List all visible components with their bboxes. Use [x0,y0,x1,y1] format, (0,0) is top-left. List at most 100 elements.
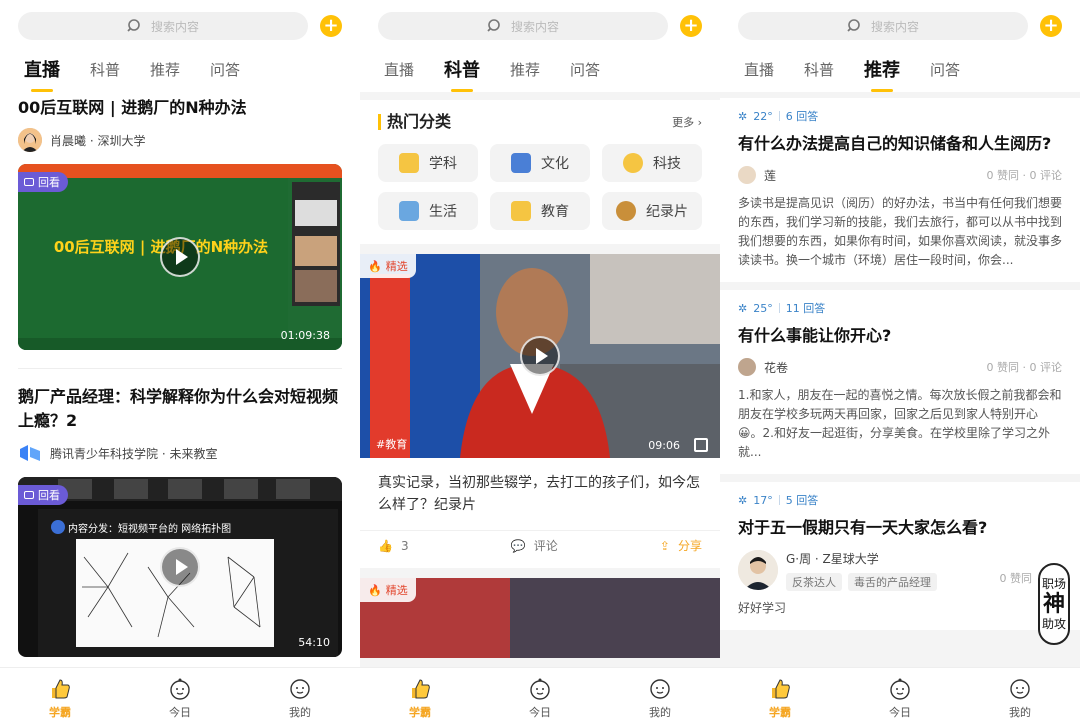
question-meta: ✲ 17° 5 回答 [738,492,1062,508]
career-assist-seal[interactable]: 职场 神 助攻 [1038,563,1070,645]
search-input[interactable]: 搜索内容 [378,12,668,40]
post-author[interactable]: 肖晨曦 · 深圳大学 [0,120,360,160]
nav-today[interactable]: 今日 [140,676,220,720]
fullscreen-icon[interactable] [694,438,708,452]
tab-live[interactable]: 直播 [24,56,60,88]
category-culture[interactable]: 文化 [490,144,590,182]
share-button[interactable]: ⇪ 分享 [660,537,702,554]
calendar-icon [511,153,531,173]
thumbs-up-icon [407,676,433,702]
hashtag[interactable]: #教育 [376,436,407,452]
nav-today[interactable]: 今日 [860,676,940,720]
chevron-right-icon: › [697,116,702,129]
question-meta: ✲ 22° 6 回答 [738,108,1062,124]
nav-xueba[interactable]: 学霸 [380,676,460,720]
category-life[interactable]: 生活 [378,192,478,230]
tab-science[interactable]: 科普 [90,59,120,86]
tab-bar: 直播 科普 推荐 问答 [720,52,1080,92]
answer-text[interactable]: 1.和家人，朋友在一起的喜悦之情。每次放长假之前我都会和朋友在学校多玩两天再回家… [738,386,1062,462]
replay-icon [24,178,34,186]
search-input[interactable]: 搜索内容 [738,12,1028,40]
answer-header: G·周 · Z星球大学 反茶达人 毒舌的产品经理 0 赞同 [738,550,1062,591]
comment-label: 评论 [533,539,558,553]
answer-text[interactable]: 多读书是提高见识（阅历）的好办法，书当中有任何我们想要的东西，我们学习新的技能，… [738,194,1062,270]
nav-xueba[interactable]: 学霸 [740,676,820,720]
featured-post[interactable]: 🔥 精选 #教育 09:06 真实记录，当初那些辍学，去打工的孩子们，如今怎么样了… [360,254,720,568]
question-title[interactable]: 对于五一假期只有一天大家怎么看? [738,516,1062,540]
nav-mine[interactable]: 我的 [980,676,1060,720]
play-icon[interactable] [520,336,560,376]
post-author[interactable]: 腾讯青少年科技学院 · 未来教室 [0,433,360,473]
post-title[interactable]: 鹅厂产品经理：科学解释你为什么会对短视频上瘾？2 [0,381,360,433]
nav-label: 今日 [529,705,551,719]
avatar [738,358,756,376]
category-tech[interactable]: 科技 [602,144,702,182]
post-description[interactable]: 真实记录，当初那些辍学，去打工的孩子们，如今怎么样了？纪录片 [360,458,720,530]
play-icon[interactable] [160,547,200,587]
seal-text: 神 [1042,591,1065,617]
tab-qa[interactable]: 问答 [930,59,960,86]
question-card[interactable]: ✲ 25° 11 回答 有什么事能让你开心? 花卷 0 赞同 · 0 评论 1.… [720,290,1080,474]
tab-recommend[interactable]: 推荐 [864,56,900,88]
thumbs-up-icon [47,676,73,702]
search-icon [847,19,860,32]
avatar [18,128,42,152]
comment-icon: 💬 [510,538,526,553]
heat-value: 22° [753,109,773,123]
screen-science: 搜索内容 + 直播 科普 推荐 问答 热门分类 更多 › 学科 文化 科技 生活 [360,0,720,727]
monitor-icon [399,201,419,221]
post-title[interactable]: 00后互联网 | 进鹅厂的N种办法 [0,92,360,120]
question-title[interactable]: 有什么办法提高自己的知识储备和人生阅历? [738,132,1062,156]
answer-text[interactable]: 好好学习 [738,599,1062,618]
tab-live[interactable]: 直播 [744,59,774,86]
book-icon [511,201,531,221]
nav-today[interactable]: 今日 [500,676,580,720]
tab-qa[interactable]: 问答 [210,59,240,86]
avatar [738,166,756,184]
answer-user[interactable]: G·周 · Z星球大学 [786,550,937,567]
tab-qa[interactable]: 问答 [570,59,600,86]
question-card[interactable]: ✲ 22° 6 回答 有什么办法提高自己的知识储备和人生阅历? 莲 0 赞同 ·… [720,98,1080,282]
comment-button[interactable]: 💬 评论 [511,537,558,554]
category-label: 科技 [653,156,681,172]
video-thumbnail[interactable]: 🔥 精选 #教育 09:06 [360,254,720,458]
top-bar: 搜索内容 + [0,0,360,52]
bulb-icon [623,153,643,173]
answer-count: 6 回答 [785,110,819,123]
category-documentary[interactable]: 纪录片 [602,192,702,230]
slide-heading: 内容分发：短视频平台的 网络拓扑图 [68,524,232,535]
add-button[interactable]: + [680,15,702,37]
heat-value: 25° [753,301,773,315]
tab-recommend[interactable]: 推荐 [150,59,180,86]
nav-xueba[interactable]: 学霸 [20,676,100,720]
add-button[interactable]: + [1040,15,1062,37]
video-thumbnail[interactable]: 回看 内容分发：短视频平台的 网络拓扑图 54:10 [18,477,342,657]
more-link[interactable]: 更多 › [672,114,702,130]
tab-recommend[interactable]: 推荐 [510,59,540,86]
answer-count: 5 回答 [785,494,819,507]
tab-live[interactable]: 直播 [384,59,414,86]
tab-science[interactable]: 科普 [804,59,834,86]
divider [18,368,342,369]
like-button[interactable]: 👍 3 [378,539,409,553]
question-title[interactable]: 有什么事能让你开心? [738,324,1062,348]
play-icon[interactable] [160,237,200,277]
category-education[interactable]: 教育 [490,192,590,230]
answer-stats: 0 赞同 · 0 评论 [986,361,1062,374]
question-card[interactable]: ✲ 17° 5 回答 对于五一假期只有一天大家怎么看? G·周 · Z星球大学 [720,482,1080,630]
answer-user[interactable]: 莲 [764,167,776,184]
category-subject[interactable]: 学科 [378,144,478,182]
user-tag: 反茶达人 [786,573,842,591]
answer-user[interactable]: 花卷 [764,359,788,376]
video-thumbnail[interactable]: 回看 00后互联网 | 进鹅厂的N种办法 01:09:38 [18,164,342,350]
search-input[interactable]: 搜索内容 [18,12,308,40]
more-label: 更多 [672,116,695,129]
add-button[interactable]: + [320,15,342,37]
nav-mine[interactable]: 我的 [620,676,700,720]
category-label: 学科 [429,156,457,172]
science-feed: 热门分类 更多 › 学科 文化 科技 生活 教育 纪录片 🔥 精选 #教育 09… [360,92,720,667]
replay-label: 回看 [38,489,60,502]
featured-post[interactable]: 🔥 精选 [360,578,720,658]
nav-mine[interactable]: 我的 [260,676,340,720]
tab-science[interactable]: 科普 [444,56,480,88]
